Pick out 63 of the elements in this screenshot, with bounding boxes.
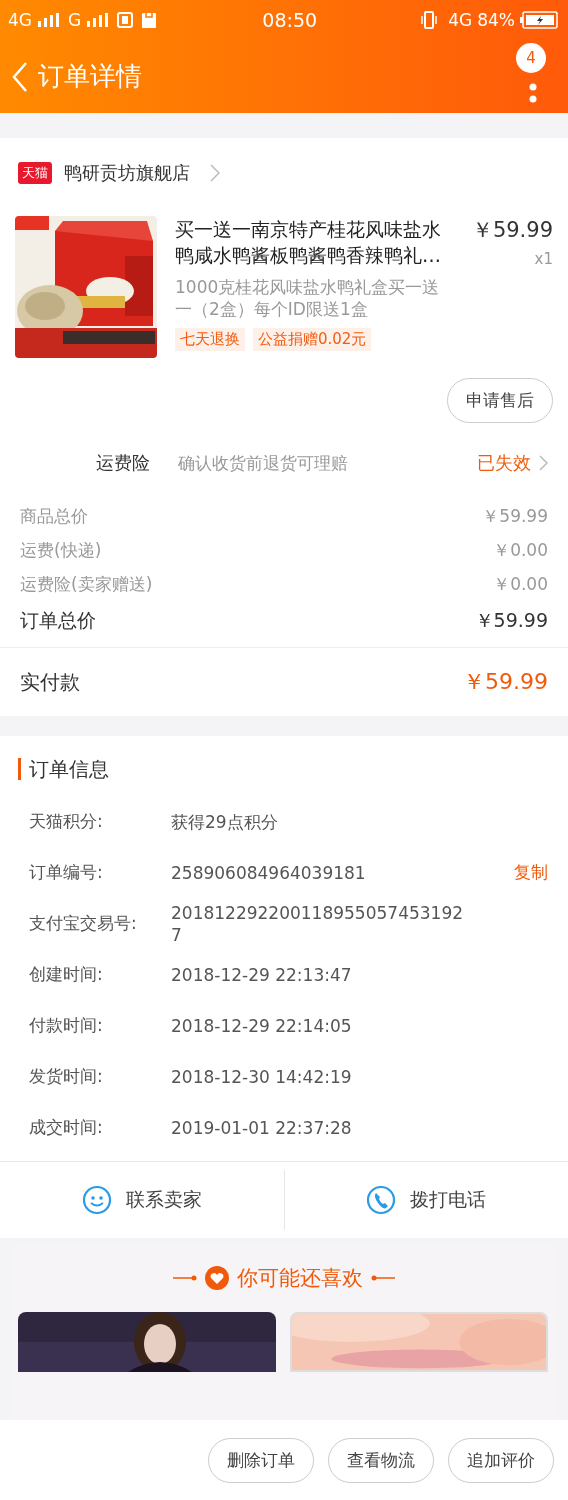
- info-label: 天猫积分:: [29, 810, 104, 833]
- back-icon[interactable]: [12, 60, 28, 93]
- recommend-title: 你可能还喜欢: [237, 1265, 363, 1292]
- cost-value: ￥0.00: [493, 538, 548, 562]
- contact-button[interactable]: 拨打电话: [283, 1170, 568, 1230]
- info-label: 支付宝交易号:: [29, 912, 138, 935]
- notification-badge: 4: [516, 42, 546, 73]
- store-name[interactable]: 鸭研贡坊旗舰店: [64, 161, 190, 185]
- service-tag: 公益捐赠0.02元: [253, 328, 372, 351]
- product-title[interactable]: 买一送一南京特产桂花风味盐水鸭咸水鸭酱板鸭酱鸭香辣鸭礼…: [175, 216, 451, 268]
- arrow-decoration-icon: [173, 1274, 197, 1282]
- info-value: 258906084964039181: [171, 861, 367, 884]
- cost-label: 运费(快递): [20, 538, 102, 562]
- clock: 08:50: [261, 9, 319, 31]
- bag-icon: [142, 12, 157, 28]
- copy-link[interactable]: 复制: [514, 861, 548, 884]
- chevron-right-icon[interactable]: [539, 455, 548, 471]
- battery-icon: [520, 11, 558, 29]
- network-label: G: [68, 10, 82, 30]
- vibrate-icon: [419, 11, 440, 29]
- info-label: 成交时间:: [29, 1116, 104, 1139]
- product-sku: 1000克桂花风味盐水鸭礼盒买一送一（2盒）每个ID限送1盒: [175, 276, 441, 320]
- app-notification-icon: [117, 12, 134, 28]
- network-label: 4G: [8, 10, 32, 30]
- paid-label: 实付款: [20, 668, 80, 696]
- info-label: 付款时间:: [29, 1014, 104, 1037]
- info-value: 2019-01-01 22:37:28: [171, 1116, 353, 1139]
- section-title: 订单信息: [18, 758, 568, 780]
- battery-percent: 84%: [477, 10, 515, 30]
- action-button[interactable]: 追加评价: [448, 1437, 554, 1483]
- signal-icon: [86, 13, 109, 27]
- after-sale-button[interactable]: 申请售后: [447, 378, 553, 423]
- cost-label: 运费险(卖家赠送): [20, 572, 153, 596]
- action-button[interactable]: 查看物流: [328, 1437, 434, 1483]
- info-value: 2018-12-30 14:42:19: [171, 1065, 353, 1088]
- info-value: 获得29点积分: [171, 810, 279, 833]
- arrow-decoration-icon: [371, 1274, 395, 1282]
- cost-value: ￥0.00: [493, 572, 548, 596]
- smiley-icon: [81, 1185, 112, 1215]
- paid-amount: ￥59.99: [463, 668, 548, 696]
- signal-icon: [37, 13, 59, 27]
- info-value: 2018122922001189550574531927: [171, 901, 465, 946]
- info-value: 2018-12-29 22:13:47: [171, 963, 353, 986]
- insurance-description: 确认收货前退货可理赔: [178, 452, 349, 474]
- info-label: 创建时间:: [29, 963, 104, 986]
- cost-value: ￥59.99: [482, 504, 548, 528]
- product-price: ￥59.99: [471, 217, 553, 244]
- action-button[interactable]: 删除订单: [208, 1437, 314, 1483]
- insurance-label: 运费险: [96, 451, 151, 475]
- info-value: 2018-12-29 22:14:05: [171, 1014, 353, 1037]
- service-tag: 七天退换: [175, 328, 245, 351]
- contact-button[interactable]: 联系卖家: [0, 1162, 284, 1238]
- info-label: 发货时间:: [29, 1065, 104, 1088]
- store-tag: 天猫: [18, 162, 52, 184]
- cost-label: 订单总价: [20, 608, 96, 633]
- chevron-right-icon[interactable]: [210, 164, 220, 182]
- page-title: 订单详情: [38, 60, 142, 93]
- cost-value: ￥59.99: [474, 608, 548, 633]
- network-label: 4G: [448, 10, 473, 30]
- cost-label: 商品总价: [20, 504, 88, 528]
- product-quantity: x1: [534, 250, 553, 268]
- phone-icon: [366, 1185, 397, 1215]
- info-label: 订单编号:: [29, 861, 104, 884]
